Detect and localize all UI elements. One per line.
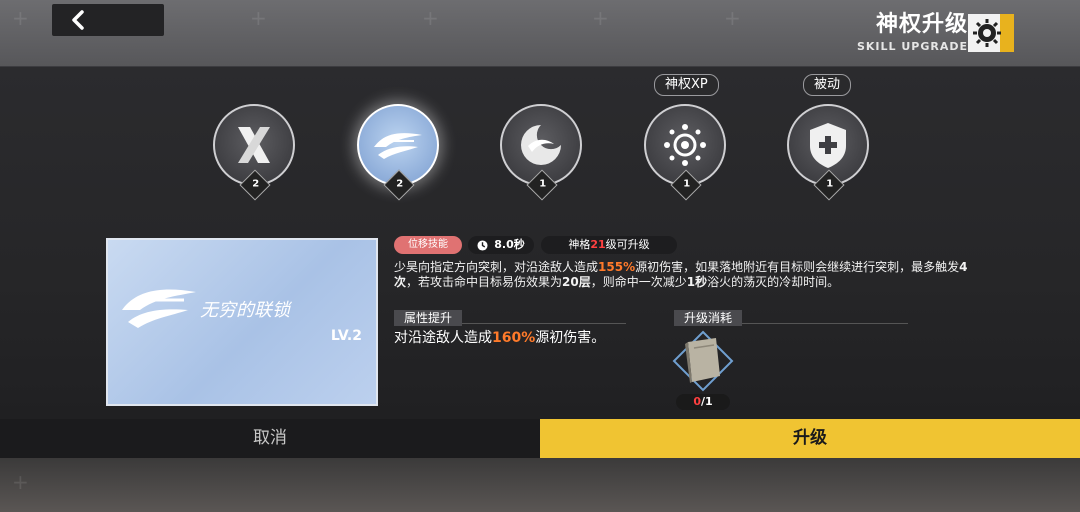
page-subtitle: SKILL UPGRADE [856, 40, 968, 53]
deco-plus: + [592, 6, 609, 30]
deco-plus: + [12, 6, 29, 30]
chevron-left-icon [72, 10, 84, 30]
back-button[interactable] [52, 4, 164, 36]
gear-sun-icon [973, 19, 1001, 47]
attribute-label: 属性提升 [394, 310, 463, 326]
skill-tag-xp: 神权XP [654, 74, 719, 96]
requirement-suffix: 级可升级 [605, 238, 650, 251]
deco-plus: + [724, 6, 741, 30]
upgrade-button[interactable]: 升级 [540, 419, 1080, 458]
desc-highlight: 155% [598, 260, 636, 274]
cooldown-value: 8.0秒 [494, 238, 525, 251]
attribute-text: 对沿途敌人造成160%源初伤害。 [394, 327, 605, 347]
desc-text: 源初伤害，如果落地附近有目标则会继续进行突刺，最多触发 [635, 260, 960, 274]
shield-plus-icon [810, 123, 846, 168]
desc-text: 少昊向指定方向突刺，对沿途敌人造成 [394, 260, 599, 274]
book-icon [672, 330, 734, 392]
skill-card: 无穷的联锁 LV.2 [106, 238, 378, 406]
desc-bold: 20层 [562, 275, 591, 289]
desc-text: 浴火的荡灭的冷却时间。 [707, 275, 840, 289]
requirement-prefix: 神格 [568, 238, 591, 251]
attr-highlight: 160% [492, 330, 536, 346]
skill-emblem-icon [968, 14, 1014, 52]
deco-plus: + [12, 470, 29, 494]
requirement-level: 21 [590, 238, 606, 251]
skill-type-tag: 位移技能 [394, 236, 462, 254]
bottom-strip [0, 458, 1080, 512]
skill-slot-5[interactable]: 1 [787, 104, 869, 201]
deco-plus: + [422, 6, 439, 30]
attribute-section-header: 属性提升 [394, 307, 626, 326]
cost-label: 升级消耗 [674, 310, 743, 326]
crescent-swirl-icon [521, 125, 561, 165]
skill-slot-2[interactable]: 2 [357, 104, 439, 201]
desc-text: ，则命中一次减少 [590, 275, 687, 289]
chain-dash-icon [122, 289, 196, 328]
cooldown-tag: 8.0秒 [468, 236, 534, 254]
cost-section-header: 升级消耗 [674, 307, 908, 326]
desc-bold: 1秒 [686, 275, 708, 289]
skill-level: LV.2 [330, 328, 362, 344]
page-title: 神权升级 [875, 12, 968, 37]
desc-text: ，若攻击命中目标易伤效果为 [406, 275, 563, 289]
attr-text: 源初伤害。 [535, 330, 606, 346]
item-count: 0/1 [676, 394, 730, 410]
skill-tag-passive: 被动 [803, 74, 852, 96]
attr-text: 对沿途敌人造成 [394, 330, 492, 346]
deco-plus: + [250, 6, 267, 30]
burst-sun-icon [664, 124, 706, 166]
clock-icon [477, 239, 488, 251]
item-have: 0 [693, 395, 701, 408]
skill-slot-3[interactable]: 1 [500, 104, 582, 201]
upgrade-book-item[interactable] [672, 330, 734, 392]
skill-description: 少昊向指定方向突刺，对沿途敌人造成155%源初伤害，如果落地附近有目标则会继续进… [394, 260, 980, 290]
cancel-button[interactable]: 取消 [0, 419, 540, 458]
upgrade-requirement-tag: 神格21级可升级 [541, 236, 677, 254]
skill-name: 无穷的联锁 [200, 300, 290, 321]
page-title-block: 神权升级 SKILL UPGRADE [857, 12, 968, 54]
chain-dash-icon [374, 133, 422, 159]
item-need: /1 [700, 395, 713, 408]
x-slash-icon [238, 127, 270, 163]
skill-slot-1[interactable]: 2 [213, 104, 295, 201]
skill-slot-4[interactable]: 1 [644, 104, 726, 201]
